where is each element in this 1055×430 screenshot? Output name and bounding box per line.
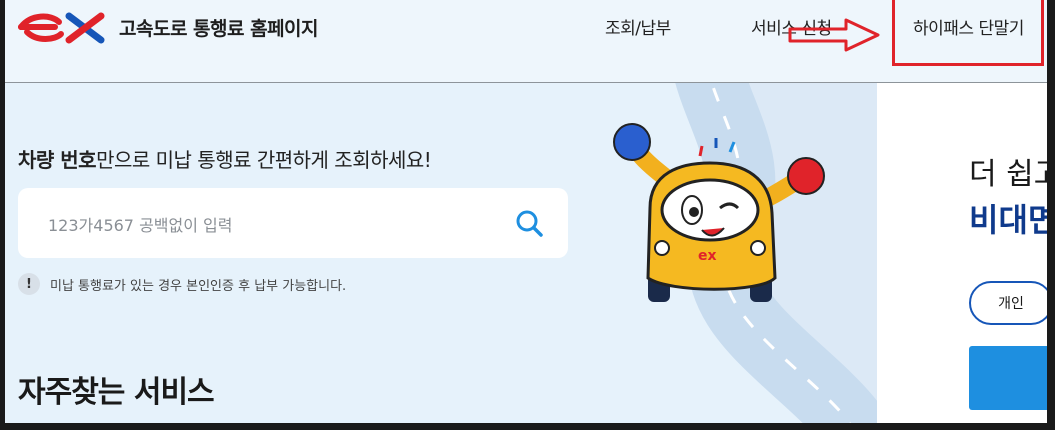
exclamation-icon: ! <box>18 273 40 295</box>
highlight-box <box>892 0 1044 66</box>
search-heading: 차량 번호만으로 미납 통행료 간편하게 조회하세요! <box>18 144 432 173</box>
tab-personal[interactable]: 개인 <box>969 281 1047 325</box>
site-logo[interactable]: 고속도로 통행료 홈페이지 <box>17 10 319 44</box>
page-frame: 고속도로 통행료 홈페이지 조회/납부 서비스 신청 하이패스 단말기 차량 번… <box>5 0 1047 423</box>
vehicle-search-input[interactable]: 123가4567 공백없이 입력 <box>18 188 568 258</box>
search-icon[interactable] <box>514 208 544 238</box>
search-heading-bold: 차량 번호 <box>18 148 97 172</box>
search-heading-rest: 만으로 미납 통행료 간편하게 조회하세요! <box>96 148 432 172</box>
promo-line-2: 비대면 <box>969 201 1047 239</box>
search-placeholder: 123가4567 공백없이 입력 <box>48 216 233 235</box>
promo-action-button[interactable] <box>969 346 1047 410</box>
svg-text:ex: ex <box>698 248 717 264</box>
frequent-services-title: 자주찾는 서비스 <box>18 375 215 410</box>
payment-notice: ! 미납 통행료가 있는 경우 본인인증 후 납부 가능합니다. <box>18 273 346 295</box>
promo-line-1: 더 쉽고 <box>969 157 1047 192</box>
mascot-car-illustration: ex <box>613 123 825 302</box>
site-title: 고속도로 통행료 홈페이지 <box>119 17 319 40</box>
site-header: 고속도로 통행료 홈페이지 조회/납부 서비스 신청 하이패스 단말기 <box>5 0 1047 83</box>
ex-logo-icon <box>18 12 105 44</box>
red-arrow-icon <box>788 18 880 52</box>
notice-text: 미납 통행료가 있는 경우 본인인증 후 납부 가능합니다. <box>50 278 347 294</box>
hipass-promo-panel: 더 쉽고 비대면 개인 <box>877 83 1047 423</box>
nav-inquiry-payment[interactable]: 조회/납부 <box>605 14 671 39</box>
